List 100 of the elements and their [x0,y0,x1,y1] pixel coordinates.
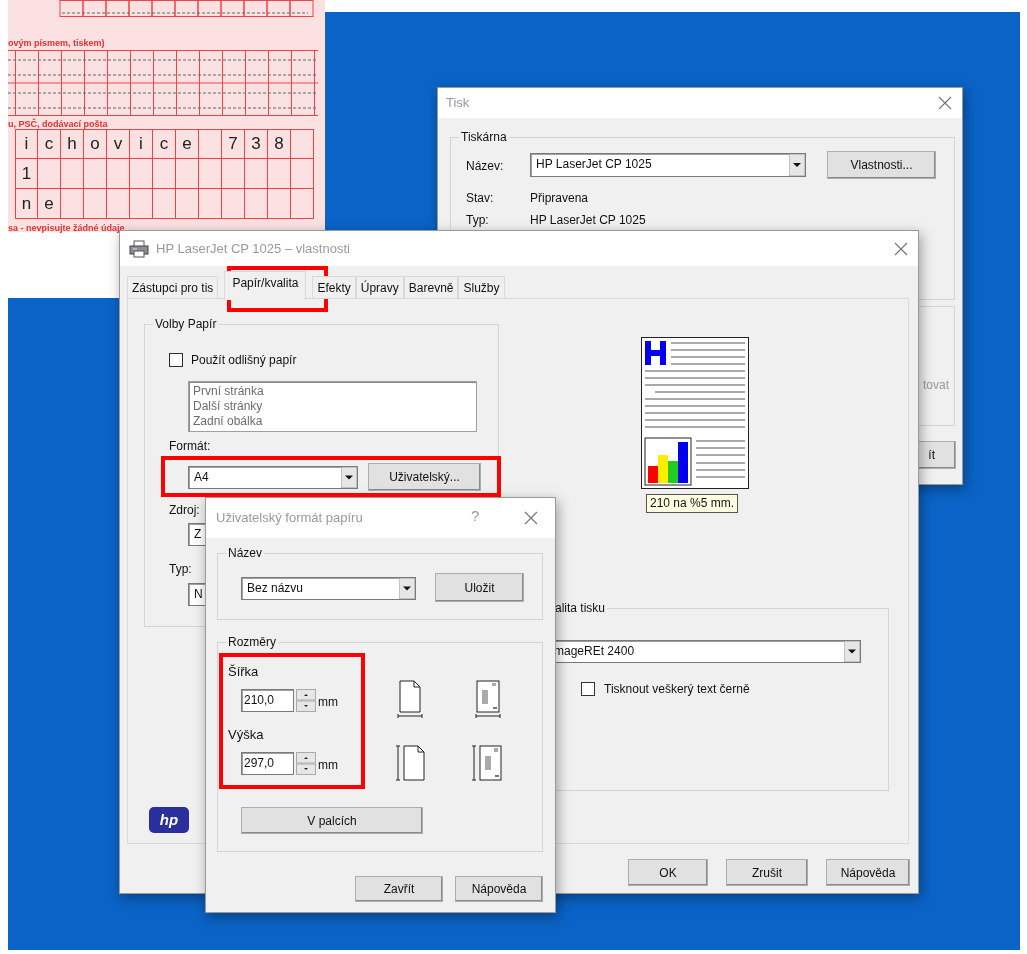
tab[interactable]: Efekty [312,276,356,299]
field-value: Připravena [530,191,589,205]
form-cell [153,189,176,219]
form-cell: i [130,129,153,159]
tab[interactable]: Barevně [403,276,459,299]
form-cell [199,129,222,159]
form-cell [291,189,314,219]
form-cell [153,159,176,189]
form-cell [176,159,199,189]
close-icon[interactable] [894,242,908,256]
field-label: Zdroj: [169,503,200,517]
form-cell: e [38,189,61,219]
form-caption: ovým písmem, tiskem) [8,37,105,50]
field-value: HP LaserJet CP 1025 [530,213,646,227]
form-cell [61,159,84,189]
tooltip: 210 na %5 mm. [646,494,739,513]
group-label: Rozměry [227,635,277,649]
form-cell [222,189,245,219]
group-label: alita tisku [554,601,607,615]
spin-buttons[interactable] [296,752,316,775]
unit-label: mm [318,695,338,709]
dropdown[interactable]: HP LaserJet CP 1025 [530,153,806,177]
option-label: tovat [923,378,949,392]
form-cell [61,189,84,219]
form-cell: v [107,129,130,159]
form-caption: u, PSČ, dodávací pošta [8,117,108,131]
form-cell [291,129,314,159]
form-cell [268,159,291,189]
dropdown[interactable]: Bez názvu [241,577,416,600]
field-label: Formát: [169,439,211,453]
hp-logo: hp [149,807,189,833]
form-caption: sa - nevpisujte žádné údaje [8,222,125,235]
printer-icon [129,240,149,258]
form-cell: h [61,129,84,159]
form-cell: o [84,129,107,159]
field-label: Stav: [466,191,494,205]
close-icon[interactable] [524,511,538,525]
list-item[interactable]: Další stránky [193,399,476,414]
form-cell [176,189,199,219]
field-label: Šířka [228,665,259,679]
window-title: HP LaserJet CP 1025 – vlastnosti [156,242,350,256]
form-cell [130,159,153,189]
dropdown-arrow-icon [844,641,860,662]
window-title: Uživatelský formát papíru [216,511,363,525]
window-title: Tisk [446,96,470,110]
form-cell [222,159,245,189]
page-width-icon [396,680,424,718]
field-label: Typ: [169,562,192,576]
dropdown-arrow-icon [789,154,805,176]
button[interactable]: Vlastnosti... [827,151,936,179]
field-label: Název: [466,159,504,173]
button[interactable]: Nápověda [826,859,910,886]
form-cell: 8 [268,129,291,159]
tab[interactable]: Zástupci pro tis [127,276,219,299]
input-field[interactable]: 297,0 [241,752,294,775]
close-icon[interactable] [938,96,952,110]
form-cell: 1 [15,159,38,189]
form-cell: i [15,129,38,159]
list-item[interactable]: Zadní obálka [193,414,476,429]
form-cell [107,159,130,189]
form-cell [84,159,107,189]
button[interactable]: Nápověda [455,876,543,902]
field-label: Výška [228,728,264,742]
form-cell [199,159,222,189]
unit-label: mm [318,758,338,772]
form-cell [245,189,268,219]
form-cell: c [153,129,176,159]
spin-buttons[interactable] [296,689,316,712]
form-cell: n [15,189,38,219]
field-label: Typ: [466,213,489,227]
tab[interactable]: Papír/kvalita [224,271,307,300]
form-cell: c [38,129,61,159]
button[interactable]: Uživatelský... [368,463,481,491]
group-label: Název [227,546,263,560]
dropdown-arrow-icon [399,578,415,599]
button[interactable]: Zrušit [726,859,808,886]
button[interactable]: Uložit [435,573,524,602]
form-cell [268,189,291,219]
button[interactable]: V palcích [241,807,423,834]
envelope-width-icon [474,680,502,718]
button[interactable]: OK [628,859,708,886]
checkbox-label: Tisknout veškerý text černě [604,682,750,696]
group-label: Volby Papír [154,317,218,331]
input-field[interactable]: 210,0 [241,689,294,712]
envelope-height-icon [471,744,503,782]
dropdown-arrow-icon [341,467,357,488]
tab[interactable]: Služby [458,276,505,299]
form-cell [245,159,268,189]
checkbox[interactable] [581,682,595,696]
form-cell [84,189,107,219]
tab[interactable]: Úpravy [355,276,404,299]
list-item[interactable]: První stránka [193,384,476,399]
form-cell [199,189,222,219]
dropdown[interactable]: A4 [188,466,358,489]
form-cell [107,189,130,219]
button[interactable]: Zavřít [355,876,443,902]
checkbox[interactable] [169,353,183,367]
form-cell [291,159,314,189]
form-cell [130,189,153,219]
form-cell: e [176,129,199,159]
